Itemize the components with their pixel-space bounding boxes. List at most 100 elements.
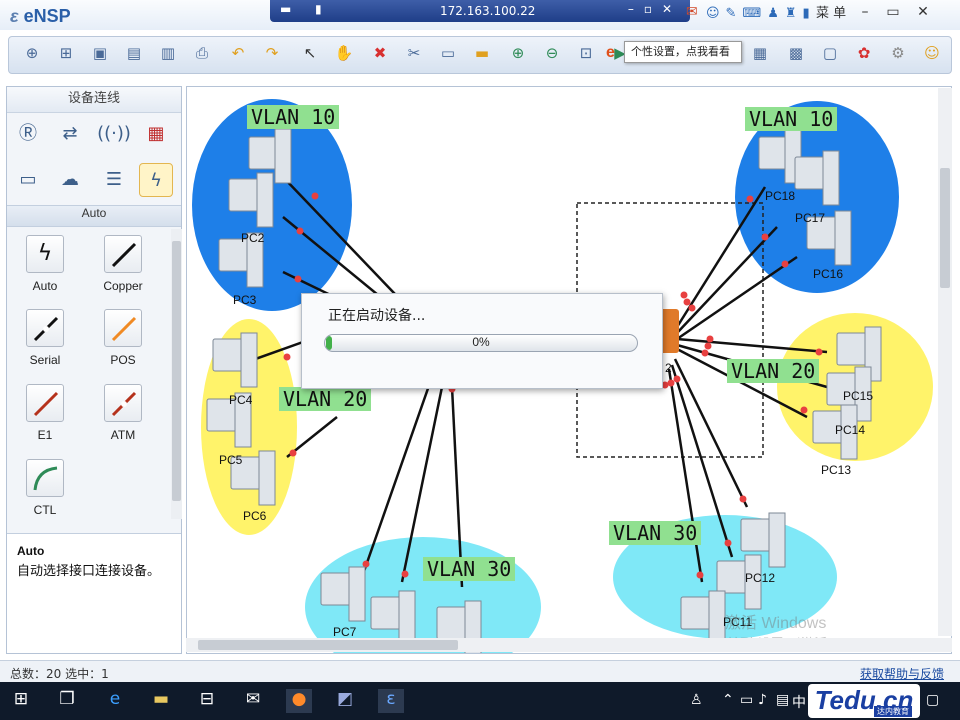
- ensp-taskbar-icon[interactable]: ε: [378, 689, 404, 713]
- cable-serial[interactable]: Serial: [15, 309, 75, 367]
- canvas-vscroll-thumb[interactable]: [940, 168, 950, 288]
- pc-label[interactable]: PC18: [765, 189, 795, 203]
- mail-icon[interactable]: ✉: [240, 689, 266, 713]
- restore-button[interactable]: ▭: [880, 4, 906, 24]
- serial-cable-icon: [26, 309, 64, 347]
- pc-label[interactable]: PC3: [233, 293, 256, 307]
- file-explorer-icon[interactable]: ▬: [148, 689, 174, 713]
- minimize-button[interactable]: –: [852, 4, 878, 24]
- huawei-icon[interactable]: ✿: [853, 44, 875, 66]
- zoom-out-icon[interactable]: ⊖: [541, 44, 563, 66]
- select-cursor-icon[interactable]: ↖: [299, 44, 321, 66]
- switch-icon[interactable]: ⇄: [53, 117, 87, 151]
- ime-indicator[interactable]: 中: [792, 692, 806, 712]
- capture-icon[interactable]: ▩: [785, 44, 807, 66]
- pin-icon[interactable]: ▬: [280, 2, 291, 16]
- pc-label[interactable]: PC17: [795, 211, 825, 225]
- delete-icon[interactable]: ✖: [369, 44, 391, 66]
- atm-cable-icon: [104, 384, 142, 422]
- zoom-in-icon[interactable]: ⊕: [507, 44, 529, 66]
- cable-copper[interactable]: Copper: [93, 235, 153, 293]
- vlan-label[interactable]: VLAN 10: [745, 107, 838, 131]
- task-view-icon[interactable]: ❐: [54, 689, 80, 713]
- edge-icon[interactable]: e: [102, 689, 128, 713]
- remote-window-controls[interactable]: –▫✕: [628, 2, 682, 16]
- startup-dialog: 正在启动设备... 0%: [301, 293, 663, 389]
- router-icon[interactable]: Ⓡ: [11, 117, 45, 151]
- cloud-icon[interactable]: ☁: [53, 163, 87, 197]
- store-icon[interactable]: ⊟: [194, 689, 220, 713]
- firewall-icon[interactable]: ▦: [139, 117, 173, 151]
- pc-label[interactable]: PC2: [241, 231, 264, 245]
- network-icon[interactable]: ▭: [740, 692, 753, 708]
- main-toolbar: ⊕ ⊞ ▣ ▤ ▥ ⎙ ↶ ↷ ↖ ✋ ✖ ✂ ▭ ▬ ⊕ ⊖ ⊡ ▶ ▦ ▩ …: [8, 36, 952, 74]
- firefox-icon[interactable]: ●: [286, 689, 312, 713]
- text-icon[interactable]: ▭: [437, 44, 459, 66]
- layout-icon[interactable]: ▦: [749, 44, 771, 66]
- signal-icon: ▮: [315, 2, 322, 16]
- new-topology-icon[interactable]: ⊕: [21, 44, 43, 66]
- server-icon[interactable]: ☰: [97, 163, 131, 197]
- cable-pos[interactable]: POS: [93, 309, 153, 367]
- help-feedback-link[interactable]: 获取帮助与反馈: [860, 665, 944, 682]
- redo-icon[interactable]: ↷: [261, 44, 283, 66]
- delete-link-icon[interactable]: ✂: [403, 44, 425, 66]
- palette-icon[interactable]: ▬: [471, 44, 493, 66]
- people-icon[interactable]: ♙: [690, 692, 703, 708]
- keyboard-icon[interactable]: ▤: [776, 692, 789, 708]
- notification-icon[interactable]: ✉: [686, 4, 698, 20]
- vlan-label[interactable]: VLAN 20: [727, 359, 820, 383]
- pc-label[interactable]: PC16: [813, 267, 843, 281]
- activation-watermark: 激活 Windows: [725, 615, 827, 632]
- vlan-label[interactable]: VLAN 10: [247, 105, 340, 129]
- volume-icon[interactable]: ♪: [758, 692, 767, 708]
- vlan-label[interactable]: VLAN 30: [423, 557, 516, 581]
- quick-tray-icons[interactable]: ☺✎⌨♟♜▮: [706, 6, 816, 21]
- help-icon[interactable]: ☺: [921, 44, 943, 66]
- cable-e1[interactable]: E1: [15, 384, 75, 442]
- canvas-horizontal-scrollbar[interactable]: [186, 638, 952, 652]
- pc-label[interactable]: PC14: [835, 423, 865, 437]
- pos-cable-icon: [104, 309, 142, 347]
- canvas-hscroll-thumb[interactable]: [198, 640, 458, 650]
- chat-icon[interactable]: ▢: [819, 44, 841, 66]
- cable-atm[interactable]: ATM: [93, 384, 153, 442]
- pan-hand-icon[interactable]: ✋: [333, 44, 355, 66]
- open-file-icon[interactable]: ▣: [89, 44, 111, 66]
- settings-icon[interactable]: ⚙: [887, 44, 909, 66]
- topology-canvas[interactable]: VLAN 10 VLAN 10 VLAN 20 VLAN 20 VLAN 30 …: [186, 86, 952, 654]
- pc-label[interactable]: PC7: [333, 625, 356, 639]
- wireless-icon[interactable]: ((·)): [97, 117, 131, 151]
- menu-button[interactable]: 菜 单: [816, 2, 846, 21]
- switch-label[interactable]: 2: [665, 361, 672, 375]
- tips-icon[interactable]: e: [606, 44, 615, 62]
- notifications-icon[interactable]: ▢: [926, 692, 939, 708]
- panel-scrollbar[interactable]: [171, 229, 182, 519]
- cable-auto[interactable]: ϟ Auto: [15, 235, 75, 293]
- cable-ctl[interactable]: CTL: [15, 459, 75, 517]
- app-icon[interactable]: ◩: [332, 689, 358, 713]
- close-button[interactable]: ✕: [910, 4, 936, 24]
- copper-cable-icon: [104, 235, 142, 273]
- vlan-label[interactable]: VLAN 20: [279, 387, 372, 411]
- vlan-label[interactable]: VLAN 30: [609, 521, 702, 545]
- pc-label[interactable]: PC4: [229, 393, 252, 407]
- pc-label[interactable]: PC15: [843, 389, 873, 403]
- save-icon[interactable]: ▤: [123, 44, 145, 66]
- save-as-icon[interactable]: ▥: [157, 44, 179, 66]
- tray-expand-icon[interactable]: ⌃: [722, 692, 734, 708]
- panel-scroll-thumb[interactable]: [172, 241, 181, 501]
- undo-icon[interactable]: ↶: [227, 44, 249, 66]
- pc-label[interactable]: PC12: [745, 571, 775, 585]
- remote-session-bar[interactable]: ▬ ▮ 172.163.100.22 –▫✕: [270, 0, 690, 22]
- canvas-vertical-scrollbar[interactable]: [938, 88, 952, 636]
- print-icon[interactable]: ⎙: [191, 44, 213, 66]
- pc-label[interactable]: PC6: [243, 509, 266, 523]
- cable-icon[interactable]: ϟ: [139, 163, 173, 197]
- fit-view-icon[interactable]: ⊡: [575, 44, 597, 66]
- pc-icon[interactable]: ▭: [11, 163, 45, 197]
- pc-label[interactable]: PC5: [219, 453, 242, 467]
- pc-label[interactable]: PC13: [821, 463, 851, 477]
- windows-start-icon[interactable]: ⊞: [8, 689, 34, 713]
- new-file-icon[interactable]: ⊞: [55, 44, 77, 66]
